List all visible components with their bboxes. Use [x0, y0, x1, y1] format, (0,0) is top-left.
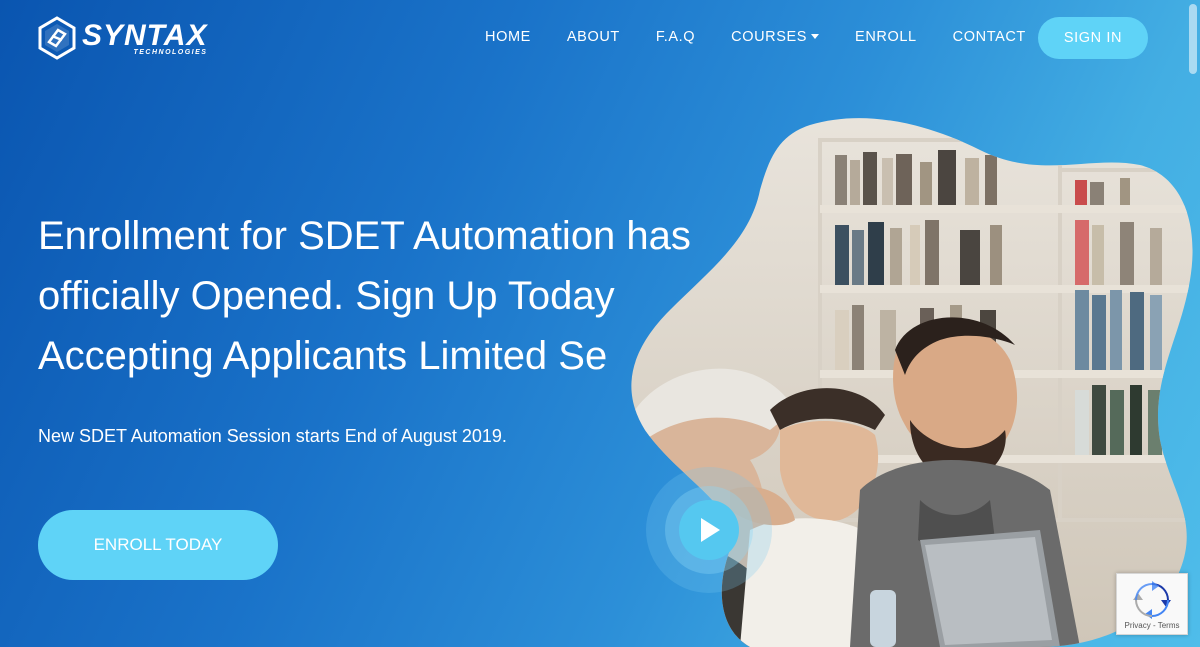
- nav-enroll-label: ENROLL: [855, 29, 917, 45]
- page-scrollbar[interactable]: [1186, 0, 1200, 647]
- recaptcha-icon: [1133, 581, 1171, 619]
- brand-logo[interactable]: SYNTAX TECHNOLOGIES: [38, 16, 207, 60]
- logo-hexagon-icon: [38, 16, 76, 60]
- scrollbar-thumb[interactable]: [1189, 4, 1197, 74]
- play-icon: [701, 518, 720, 542]
- enroll-today-button[interactable]: ENROLL TODAY: [38, 510, 278, 580]
- nav-faq-label: F.A.Q: [655, 29, 696, 45]
- nav-about-label: ABOUT: [566, 29, 620, 45]
- landing-page: SYNTAX TECHNOLOGIES HOME ABOUT F.A.Q COU…: [0, 0, 1200, 647]
- nav-courses-dropdown[interactable]: COURSES: [731, 29, 820, 45]
- brand-name: SYNTAX: [82, 18, 208, 52]
- recaptcha-terms[interactable]: Privacy - Terms: [1117, 621, 1187, 630]
- nav-home[interactable]: HOME: [485, 29, 531, 45]
- nav-faq[interactable]: F.A.Q: [656, 29, 695, 45]
- nav-home-label: HOME: [485, 29, 531, 45]
- nav-enroll[interactable]: ENROLL: [855, 29, 917, 45]
- sign-in-button[interactable]: SIGN IN: [1038, 17, 1148, 59]
- hero-title-line: Enrollment for SDET Automation has: [38, 214, 691, 258]
- nav-contact-label: CONTACT: [952, 29, 1026, 45]
- caret-down-icon: [811, 33, 820, 39]
- nav-about[interactable]: ABOUT: [567, 29, 620, 45]
- hero-title: Enrollment for SDET Automation has offic…: [38, 206, 698, 386]
- play-video-button[interactable]: [679, 500, 739, 560]
- recaptcha-badge[interactable]: Privacy - Terms: [1116, 573, 1188, 635]
- nav-courses-label: COURSES: [731, 29, 808, 45]
- hero-title-line: officially Opened. Sign Up Today: [38, 274, 615, 318]
- hero-title-line: Accepting Applicants Limited Se: [38, 334, 608, 378]
- nav-contact[interactable]: CONTACT: [953, 29, 1026, 45]
- hero-subtitle: New SDET Automation Session starts End o…: [38, 426, 507, 446]
- main-nav: HOME ABOUT F.A.Q COURSES ENROLL CONTACT: [485, 29, 1062, 45]
